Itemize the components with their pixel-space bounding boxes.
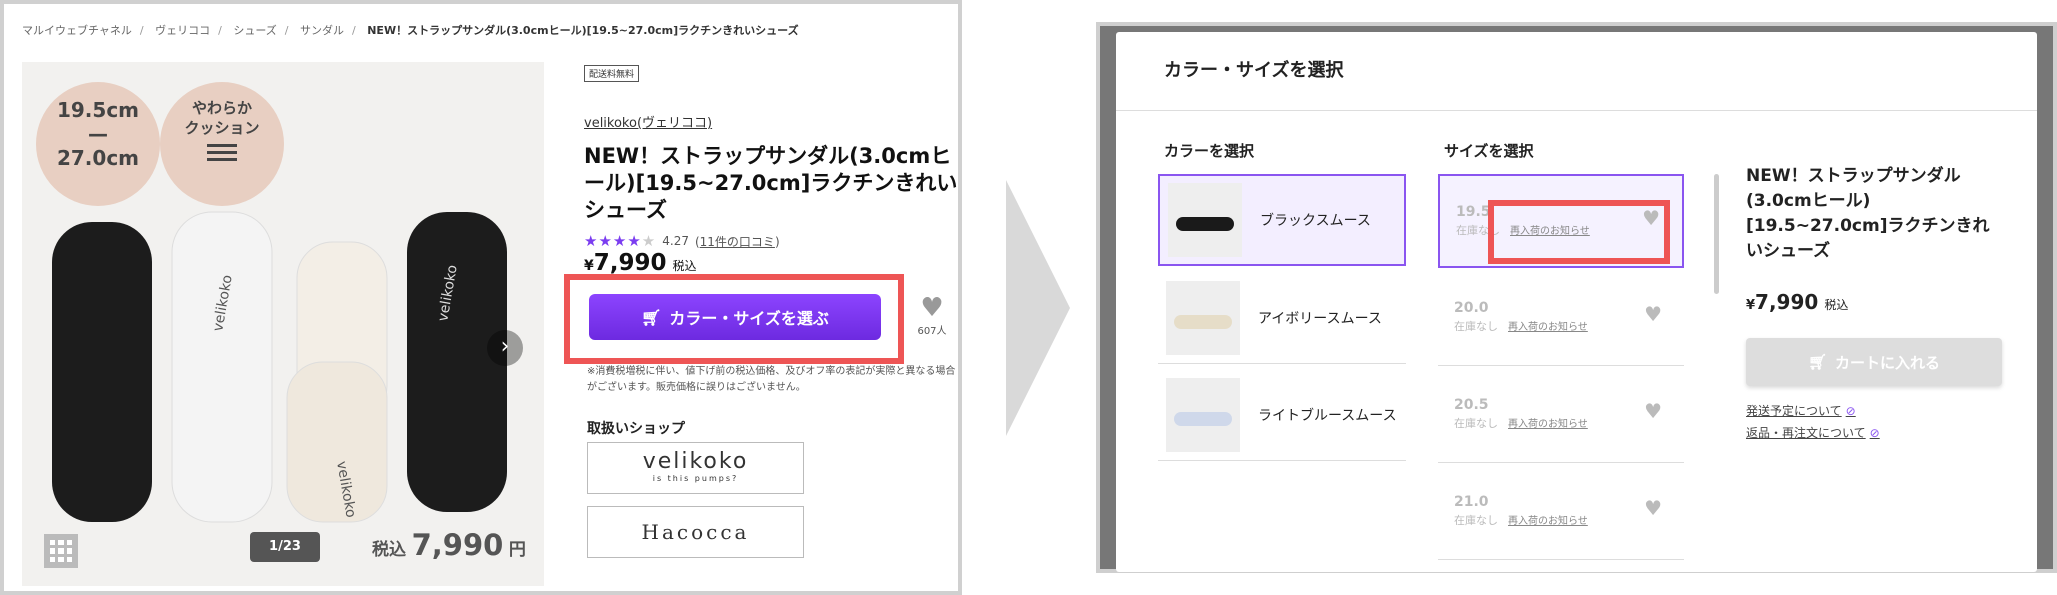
return-reorder-link[interactable]: 返品・再注文について ⊘ — [1746, 424, 1880, 441]
grid-icon[interactable] — [44, 534, 78, 568]
breadcrumb-current: NEW！ストラップサンダル(3.0cmヒール)[19.5~27.0cm]ラクチン… — [367, 24, 799, 37]
color-option[interactable]: ブラックスムース — [1158, 174, 1406, 266]
transition-arrow-icon — [1006, 180, 1070, 436]
color-name: アイボリースムース — [1258, 310, 1382, 327]
price-yen: ¥ — [584, 258, 594, 274]
breadcrumb-item[interactable]: サンダル — [300, 24, 344, 37]
cta-label: カラー・サイズを選ぶ — [669, 309, 829, 328]
color-option[interactable]: アイボリースムース — [1158, 272, 1406, 364]
sandals-illustration: velikoko velikoko velikoko — [52, 211, 507, 523]
white-sandal — [171, 211, 273, 523]
add-to-cart-button[interactable]: 🛒︎ カートに入れる — [1746, 338, 2002, 386]
product-title: NEW！ストラップサンダル(3.0cmヒール)[19.5~27.0cm]ラクチン… — [584, 144, 958, 222]
add-to-cart-label: カートに入れる — [1835, 353, 1941, 372]
product-info: 配送料無料 velikoko(ヴェリココ) NEW！ストラップサンダル(3.0c… — [584, 62, 960, 276]
price-amount: 7,990 — [1755, 290, 1819, 314]
image-price-yen: 円 — [508, 540, 526, 560]
stock-status: 在庫なし — [1454, 514, 1498, 527]
shop-logo-name: velikoko — [642, 449, 749, 474]
price-yen: ¥ — [1746, 298, 1756, 313]
cart-icon: 🛒︎ — [641, 307, 662, 327]
heart-icon: ♥ — [920, 293, 944, 323]
price-amount: 7,990 — [593, 250, 667, 276]
breadcrumb: マルイウェブチャネル / ヴェリココ / シューズ / サンダル / NEW！ストラップ… — [22, 22, 807, 38]
star-rating-icon: ★★★★★ — [584, 232, 657, 250]
shop-logo-name: Hacocca — [641, 520, 750, 544]
review-count[interactable]: (11件の口コミ) — [695, 233, 780, 250]
divider — [1116, 110, 2037, 111]
shipping-schedule-link[interactable]: 発送予定について ⊘ — [1746, 402, 1856, 419]
color-name: ブラックスムース — [1260, 213, 1371, 229]
heart-icon[interactable]: ♥ — [1644, 496, 1662, 520]
favorite-button[interactable]: ♥ 607人 — [910, 294, 954, 337]
black-sandal-1 — [52, 222, 152, 522]
external-link-icon: ⊘ — [1845, 404, 1856, 418]
shop-velikoko[interactable]: velikoko is this pumps? — [587, 442, 804, 494]
product-price: ¥7,990 税込 — [584, 250, 960, 276]
select-color-size-button[interactable]: 🛒︎ カラー・サイズを選ぶ — [589, 294, 881, 340]
size-option[interactable]: 20.0 在庫なし 再入荷のお知らせ ♥ — [1438, 272, 1684, 366]
breadcrumb-separator: / — [218, 24, 222, 37]
shop-hacocca[interactable]: Hacocca — [587, 506, 804, 558]
restock-notice-link[interactable]: 再入荷のお知らせ — [1508, 415, 1588, 431]
breadcrumb-item[interactable]: ヴェリココ — [155, 24, 210, 37]
favorite-count: 607人 — [917, 326, 947, 337]
breadcrumb-separator: / — [284, 24, 289, 37]
restock-notice-link[interactable]: 再入荷のお知らせ — [1508, 318, 1588, 334]
free-shipping-badge: 配送料無料 — [584, 65, 640, 82]
breadcrumb-item[interactable]: シューズ — [233, 24, 276, 37]
image-price-tax: 税込 — [372, 540, 406, 560]
breadcrumb-item[interactable]: マルイウェブチャネル — [22, 24, 132, 37]
image-price-amount: 7,990 — [411, 528, 504, 562]
rating-score: 4.27 — [662, 234, 689, 248]
external-link-icon: ⊘ — [1869, 426, 1880, 440]
modal-price: ¥7,990 税込 — [1746, 290, 1848, 314]
product-page-screenshot: マルイウェブチャネル / ヴェリココ / シューズ / サンダル / NEW！ストラップ… — [0, 0, 962, 595]
color-heading: カラーを選択 — [1164, 142, 1255, 160]
selection-modal-screenshot: カラー・サイズを選択 カラーを選択 サイズを選択 ブラックスムース アイボリース… — [1096, 22, 2057, 573]
highlight-box — [1488, 200, 1670, 264]
color-thumbnail — [1166, 280, 1240, 355]
chevron-right-icon[interactable]: › — [487, 330, 523, 366]
color-name: ライトブルースムース — [1258, 407, 1397, 424]
shop-logo-tagline: is this pumps? — [652, 474, 739, 483]
size-heading: サイズを選択 — [1444, 142, 1534, 160]
rating: ★★★★★ 4.27 (11件の口コミ) — [584, 232, 960, 250]
color-thumbnail — [1166, 377, 1240, 452]
modal-product-title: NEW！ストラップサンダル(3.0cmヒール)[19.5~27.0cm]ラクチン… — [1746, 166, 1990, 261]
breadcrumb-separator: / — [139, 24, 144, 37]
stock-status: 在庫なし — [1454, 320, 1498, 333]
breadcrumb-separator: / — [352, 24, 356, 37]
color-size-modal: カラー・サイズを選択 カラーを選択 サイズを選択 ブラックスムース アイボリース… — [1116, 32, 2037, 572]
price-tax: 税込 — [672, 259, 697, 273]
modal-title: カラー・サイズを選択 — [1164, 60, 1344, 81]
size-option[interactable]: 21.0 在庫なし 再入荷のお知らせ ♥ — [1438, 466, 1684, 560]
product-image: 19.5cm — 27.0cm やわらか クッション velikoko veli… — [22, 62, 544, 586]
brand-link[interactable]: velikoko(ヴェリココ) — [584, 112, 960, 131]
color-thumbnail — [1168, 183, 1242, 257]
ivory-sandal-2 — [286, 361, 388, 523]
heart-icon[interactable]: ♥ — [1644, 399, 1662, 423]
tax-note: ※消費税増税に伴い、値下げ前の税込価格、及びオフ率の表記が実際と異なる場合がござ… — [587, 366, 956, 393]
image-price-overlay: 税込 7,990 円 — [372, 528, 526, 562]
price-tax: 税込 — [1824, 298, 1849, 312]
stock-status: 在庫なし — [1454, 417, 1498, 430]
heart-icon[interactable]: ♥ — [1644, 302, 1662, 326]
size-option[interactable]: 20.5 在庫なし 再入荷のお知らせ ♥ — [1438, 369, 1684, 463]
scrollbar[interactable] — [1714, 174, 1719, 294]
restock-notice-link[interactable]: 再入荷のお知らせ — [1508, 512, 1588, 528]
shop-heading: 取扱いショップ — [587, 421, 685, 437]
cart-icon: 🛒︎ — [1807, 353, 1828, 371]
color-option[interactable]: ライトブルースムース — [1158, 369, 1406, 461]
black-sandal-2 — [407, 212, 507, 512]
image-pager: 1/23 — [250, 532, 320, 562]
